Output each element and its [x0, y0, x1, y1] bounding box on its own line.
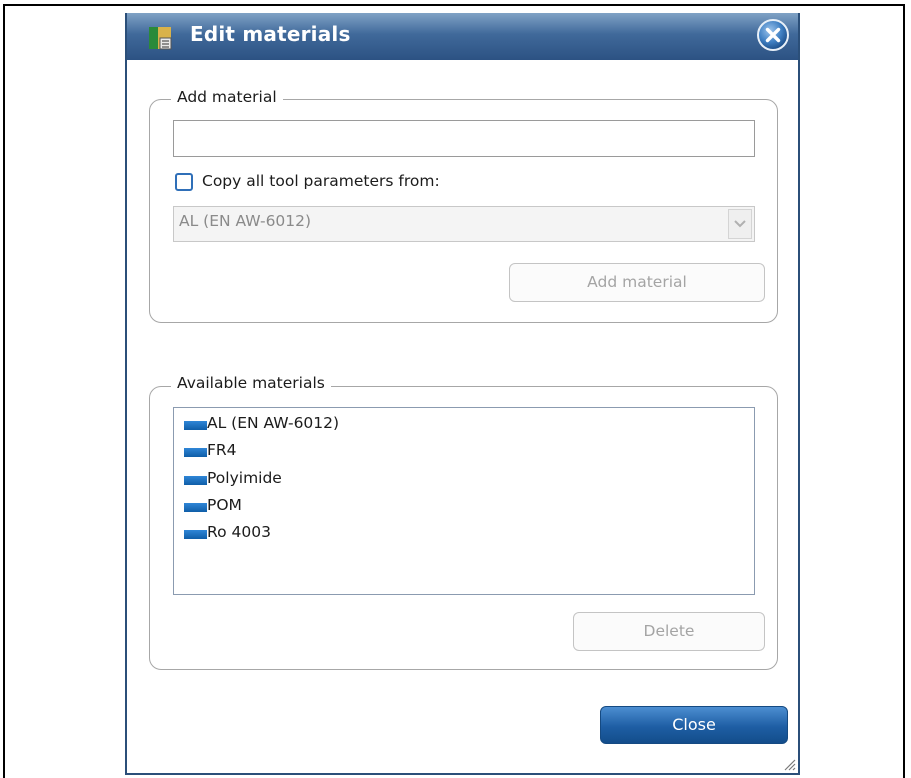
- materials-list[interactable]: AL (EN AW-6012) FR4 Polyimide POM Ro 400…: [173, 407, 755, 595]
- material-label: AL (EN AW-6012): [207, 414, 340, 432]
- material-color-swatch: [184, 476, 207, 485]
- close-button-label: Close: [672, 715, 716, 734]
- window-title: Edit materials: [190, 22, 351, 46]
- chevron-down-icon: [734, 220, 746, 228]
- material-color-swatch: [184, 448, 207, 457]
- add-material-button[interactable]: Add material: [509, 263, 765, 302]
- delete-button-label: Delete: [643, 622, 695, 640]
- close-icon[interactable]: [756, 18, 790, 52]
- edit-materials-dialog: Edit materials Add material Copy all too…: [125, 13, 800, 775]
- material-color-swatch: [184, 421, 207, 430]
- material-label: Polyimide: [207, 469, 282, 487]
- delete-button[interactable]: Delete: [573, 612, 765, 651]
- material-label: POM: [207, 496, 242, 514]
- dropdown-arrow[interactable]: [728, 209, 752, 239]
- resize-grip-icon[interactable]: [782, 757, 796, 771]
- material-name-input[interactable]: [173, 120, 755, 157]
- material-color-swatch: [184, 503, 207, 512]
- material-label: FR4: [207, 441, 237, 459]
- copy-parameters-checkbox[interactable]: [175, 173, 193, 191]
- close-button[interactable]: Close: [600, 706, 788, 744]
- copy-source-value: AL (EN AW-6012): [179, 212, 312, 230]
- add-material-button-label: Add material: [587, 273, 687, 291]
- title-bar[interactable]: Edit materials: [127, 13, 798, 60]
- app-icon: [149, 27, 172, 50]
- available-materials-legend: Available materials: [171, 374, 331, 392]
- copy-parameters-label[interactable]: Copy all tool parameters from:: [202, 172, 440, 190]
- material-color-swatch: [184, 530, 207, 539]
- copy-source-dropdown[interactable]: AL (EN AW-6012): [173, 206, 755, 242]
- material-label: Ro 4003: [207, 523, 271, 541]
- add-material-legend: Add material: [171, 88, 283, 106]
